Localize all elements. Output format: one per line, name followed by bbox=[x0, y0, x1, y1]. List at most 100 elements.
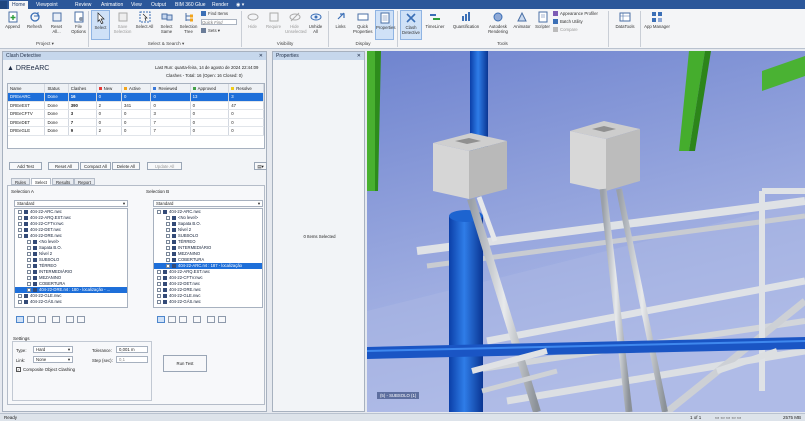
type-dropdown[interactable]: Hard ▾ bbox=[33, 346, 73, 353]
expand-icon[interactable] bbox=[18, 300, 22, 304]
hide-button[interactable]: Hide bbox=[243, 10, 262, 40]
animator-button[interactable]: Animator bbox=[511, 10, 533, 40]
expand-icon[interactable] bbox=[27, 246, 31, 250]
expand-icon[interactable] bbox=[18, 222, 22, 226]
select-all-button[interactable]: Select All bbox=[135, 10, 154, 40]
quantification-button[interactable]: Quantification bbox=[448, 10, 484, 40]
tab-animation[interactable]: Animation bbox=[98, 1, 126, 9]
expand-icon[interactable] bbox=[157, 288, 161, 292]
expand-icon[interactable] bbox=[27, 240, 31, 244]
table-row[interactable]: DREeARC Done 16 0 0 0 13 3 bbox=[8, 92, 264, 102]
selection-tree-button[interactable]: Selection Tree bbox=[179, 10, 198, 40]
expand-icon[interactable] bbox=[166, 228, 170, 232]
tab-home[interactable]: Home bbox=[9, 1, 29, 9]
hide-unselected-button[interactable]: Hide Unselected bbox=[285, 10, 307, 40]
column-header[interactable]: Resolve bbox=[228, 84, 264, 93]
selection-a-dropdown[interactable]: Standard ▾ bbox=[14, 200, 128, 207]
expand-icon[interactable] bbox=[27, 288, 31, 292]
datatools-button[interactable]: DataTools bbox=[613, 10, 637, 40]
require-button[interactable]: Require bbox=[264, 10, 283, 40]
app-menu-button[interactable] bbox=[0, 1, 7, 9]
expand-icon[interactable] bbox=[166, 240, 170, 244]
column-header[interactable]: Reviewed bbox=[150, 84, 191, 93]
tab-rules[interactable]: Rules bbox=[11, 178, 30, 185]
autodesk-rendering-button[interactable]: Autodesk Rendering bbox=[486, 10, 510, 40]
tab-view[interactable]: View bbox=[128, 1, 145, 9]
expand-icon[interactable] bbox=[27, 270, 31, 274]
close-icon[interactable]: ✕ bbox=[259, 52, 263, 60]
table-row[interactable]: DREeEST Done 390 2 341 0 0 47 bbox=[8, 101, 264, 110]
links-button[interactable]: Links bbox=[331, 10, 350, 40]
surfaces-toggle-b[interactable] bbox=[157, 316, 165, 323]
column-header[interactable]: Status bbox=[44, 84, 69, 93]
expand-icon[interactable] bbox=[166, 264, 170, 268]
appearance-profiler-button[interactable]: Appearance Profiler bbox=[553, 11, 598, 17]
level-indicator[interactable]: (5) - SUBSOLO (1) bbox=[377, 392, 420, 399]
expand-icon[interactable] bbox=[157, 276, 161, 280]
select-in-scene-b[interactable] bbox=[218, 316, 226, 323]
expand-icon[interactable] bbox=[27, 258, 31, 262]
tab-bim360[interactable]: BIM 360 Glue bbox=[172, 1, 209, 9]
points-toggle-b[interactable] bbox=[179, 316, 187, 323]
clash-detective-button[interactable]: Clash Detective bbox=[400, 10, 422, 40]
extra-tab-icon[interactable]: ◉ ▾ bbox=[233, 1, 247, 9]
expand-icon[interactable] bbox=[157, 210, 161, 214]
tree-item[interactable]: 404-22-GÁS.nwc bbox=[154, 299, 262, 305]
unhide-all-button[interactable]: Unhide All bbox=[306, 10, 325, 40]
compare-button[interactable]: Compare bbox=[553, 27, 578, 33]
app-manager-button[interactable]: App Manager bbox=[643, 10, 671, 40]
tab-output[interactable]: Output bbox=[148, 1, 169, 9]
lines-toggle-b[interactable] bbox=[168, 316, 176, 323]
expand-icon[interactable] bbox=[18, 216, 22, 220]
tab-report[interactable]: Report bbox=[74, 178, 95, 185]
selection-b-dropdown[interactable]: Standard ▾ bbox=[153, 200, 263, 207]
delete-all-button[interactable]: Delete All bbox=[112, 162, 140, 170]
expand-icon[interactable] bbox=[18, 234, 22, 238]
lines-toggle-a[interactable] bbox=[27, 316, 35, 323]
surfaces-toggle-a[interactable] bbox=[16, 316, 24, 323]
expand-icon[interactable] bbox=[18, 294, 22, 298]
composite-checkbox[interactable]: ✓ bbox=[16, 367, 21, 372]
3d-viewport[interactable]: (5) - SUBSOLO (1) bbox=[367, 51, 805, 412]
self-intersect-toggle-a[interactable] bbox=[52, 316, 60, 323]
reset-all-tests-button[interactable]: Reset All bbox=[48, 162, 79, 170]
batch-utility-button[interactable]: Batch Utility bbox=[553, 19, 583, 25]
column-header[interactable]: Name bbox=[8, 84, 46, 93]
tolerance-input[interactable]: 0,001 m bbox=[116, 346, 148, 353]
compact-all-button[interactable]: Compact All bbox=[80, 162, 111, 170]
expand-icon[interactable] bbox=[157, 270, 161, 274]
column-header[interactable]: Clashes bbox=[68, 84, 97, 93]
quick-find-input[interactable]: Quick Find bbox=[201, 19, 237, 25]
quick-properties-button[interactable]: Quick Properties bbox=[353, 10, 373, 40]
tab-results[interactable]: Results bbox=[52, 178, 75, 185]
export-dropdown-button[interactable]: ▤▾ bbox=[254, 162, 267, 170]
column-header[interactable]: New bbox=[96, 84, 122, 93]
select-button[interactable]: Select bbox=[91, 10, 110, 40]
selection-a-tree[interactable]: 404-22-ARC.nwc 404-22-ARQ.EST.nwc 404-22-C… bbox=[14, 208, 128, 308]
find-items-button[interactable]: Find Items bbox=[201, 11, 228, 17]
expand-icon[interactable] bbox=[157, 300, 161, 304]
table-row[interactable]: DREeDET Done 7 0 0 7 0 0 bbox=[8, 118, 264, 127]
self-intersect-toggle-b[interactable] bbox=[193, 316, 201, 323]
expand-icon[interactable] bbox=[166, 258, 170, 262]
save-selection-button[interactable]: Save Selection bbox=[113, 10, 132, 40]
append-button[interactable]: Append bbox=[3, 10, 22, 40]
expand-icon[interactable] bbox=[166, 252, 170, 256]
file-options-button[interactable]: File Options bbox=[69, 10, 88, 40]
expand-icon[interactable] bbox=[157, 282, 161, 286]
close-icon[interactable]: ✕ bbox=[357, 52, 361, 60]
use-current-selection-b[interactable] bbox=[207, 316, 215, 323]
expand-icon[interactable] bbox=[157, 294, 161, 298]
points-toggle-a[interactable] bbox=[38, 316, 46, 323]
sets-dropdown[interactable]: Sets ▾ bbox=[201, 28, 220, 34]
expand-icon[interactable] bbox=[27, 276, 31, 280]
expand-icon[interactable] bbox=[18, 210, 22, 214]
properties-button[interactable]: Properties bbox=[375, 10, 396, 40]
expand-icon[interactable] bbox=[166, 222, 170, 226]
column-header[interactable]: Active bbox=[121, 84, 152, 93]
update-all-button[interactable]: Update All bbox=[147, 162, 182, 170]
expand-icon[interactable] bbox=[27, 264, 31, 268]
status-icons[interactable]: ▭ ▭ ▭ ▭ ▭ bbox=[715, 415, 741, 421]
selection-b-tree[interactable]: 404-22-ARC.nwc <No level> Sapata B.O. Nível… bbox=[153, 208, 263, 308]
step-input[interactable]: 0,1 bbox=[116, 356, 148, 363]
